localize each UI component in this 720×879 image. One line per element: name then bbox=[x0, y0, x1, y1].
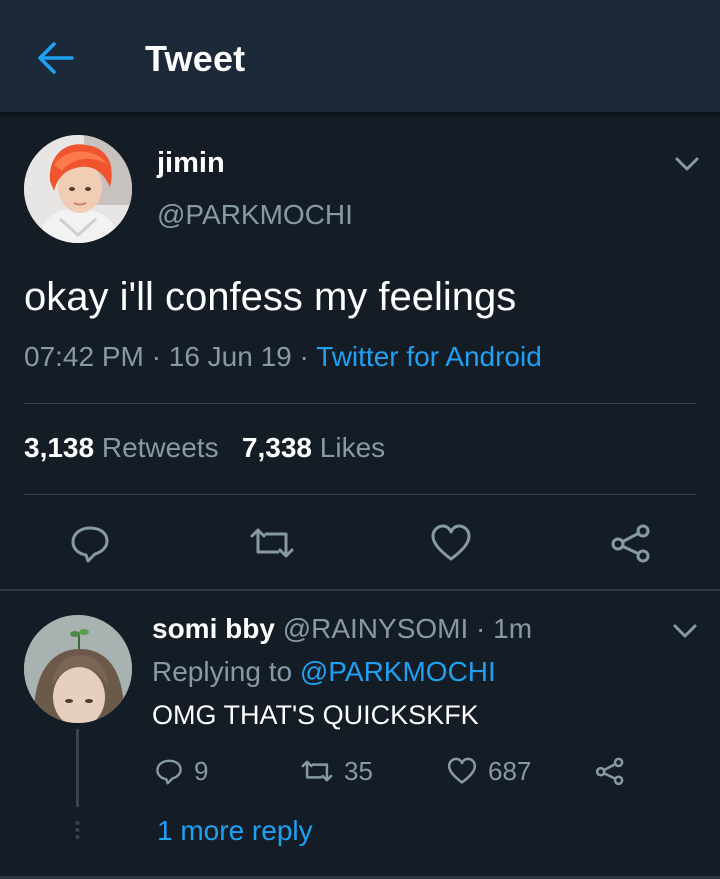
page-title: Tweet bbox=[145, 38, 246, 79]
author-avatar[interactable] bbox=[24, 135, 132, 243]
tweet-client-link[interactable]: Twitter for Android bbox=[316, 341, 542, 372]
author-name[interactable]: jimin bbox=[157, 147, 225, 180]
share-icon[interactable] bbox=[609, 522, 653, 564]
separator: · bbox=[476, 613, 486, 644]
tweet-date: 16 Jun 19 bbox=[168, 341, 292, 372]
author-handle[interactable]: @PARKMOCHI bbox=[157, 199, 353, 231]
replying-to-line: Replying to @PARKMOCHI bbox=[152, 656, 496, 688]
reply-time: 1m bbox=[493, 613, 533, 644]
chevron-down-icon[interactable] bbox=[674, 154, 700, 174]
thread-line bbox=[76, 729, 79, 807]
section-divider bbox=[0, 589, 720, 591]
chevron-down-icon[interactable] bbox=[672, 621, 698, 641]
likes-label: Likes bbox=[319, 432, 386, 463]
retweets-stat[interactable]: 3,138 Retweets bbox=[24, 432, 219, 463]
tweet-text: okay i'll confess my feelings bbox=[24, 275, 517, 319]
reply-author-handle[interactable]: @RAINYSOMI bbox=[283, 613, 469, 644]
tweet-metadata: 07:42 PM · 16 Jun 19 · Twitter for Andro… bbox=[24, 341, 542, 373]
likes-stat[interactable]: 7,338 Likes bbox=[242, 432, 385, 463]
divider bbox=[24, 403, 696, 404]
reply-author-avatar[interactable] bbox=[24, 615, 132, 723]
reply-count: 9 bbox=[194, 755, 209, 786]
reply-text: OMG THAT'S QUICKSKFK bbox=[152, 700, 479, 730]
replying-to-label: Replying to bbox=[152, 656, 293, 687]
heart-icon[interactable] bbox=[429, 522, 473, 564]
reply-like-action[interactable]: 687 bbox=[446, 753, 531, 789]
reply-retweet-action[interactable]: 35 bbox=[300, 753, 373, 789]
tweet-time: 07:42 PM bbox=[24, 341, 144, 372]
share-icon bbox=[595, 757, 624, 786]
separator: · bbox=[299, 341, 309, 372]
heart-icon bbox=[447, 757, 477, 784]
divider bbox=[24, 494, 696, 495]
reply-share-action[interactable] bbox=[594, 753, 636, 789]
reply-icon[interactable] bbox=[68, 522, 112, 564]
reply-reply-action[interactable]: 9 bbox=[154, 753, 208, 789]
retweet-count: 35 bbox=[344, 755, 373, 786]
reply-author-name[interactable]: somi bby bbox=[152, 613, 275, 644]
retweets-count: 3,138 bbox=[24, 432, 95, 463]
separator: · bbox=[151, 341, 161, 372]
more-replies-link[interactable]: 1 more reply bbox=[157, 815, 313, 847]
reply-header: somi bby @RAINYSOMI · 1m bbox=[152, 613, 532, 645]
retweet-icon bbox=[301, 760, 333, 782]
tweet-stats: 3,138 Retweets 7,338 Likes bbox=[24, 432, 385, 464]
likes-count: 7,338 bbox=[241, 432, 312, 463]
back-arrow-icon[interactable] bbox=[36, 40, 76, 76]
retweets-label: Retweets bbox=[101, 432, 219, 463]
replying-to-handle[interactable]: @PARKMOCHI bbox=[300, 656, 496, 687]
like-count: 687 bbox=[488, 755, 532, 786]
top-app-bar: Tweet bbox=[0, 0, 720, 113]
reply-icon bbox=[156, 759, 182, 785]
thread-dots-icon bbox=[75, 820, 80, 844]
retweet-icon[interactable] bbox=[248, 522, 294, 564]
